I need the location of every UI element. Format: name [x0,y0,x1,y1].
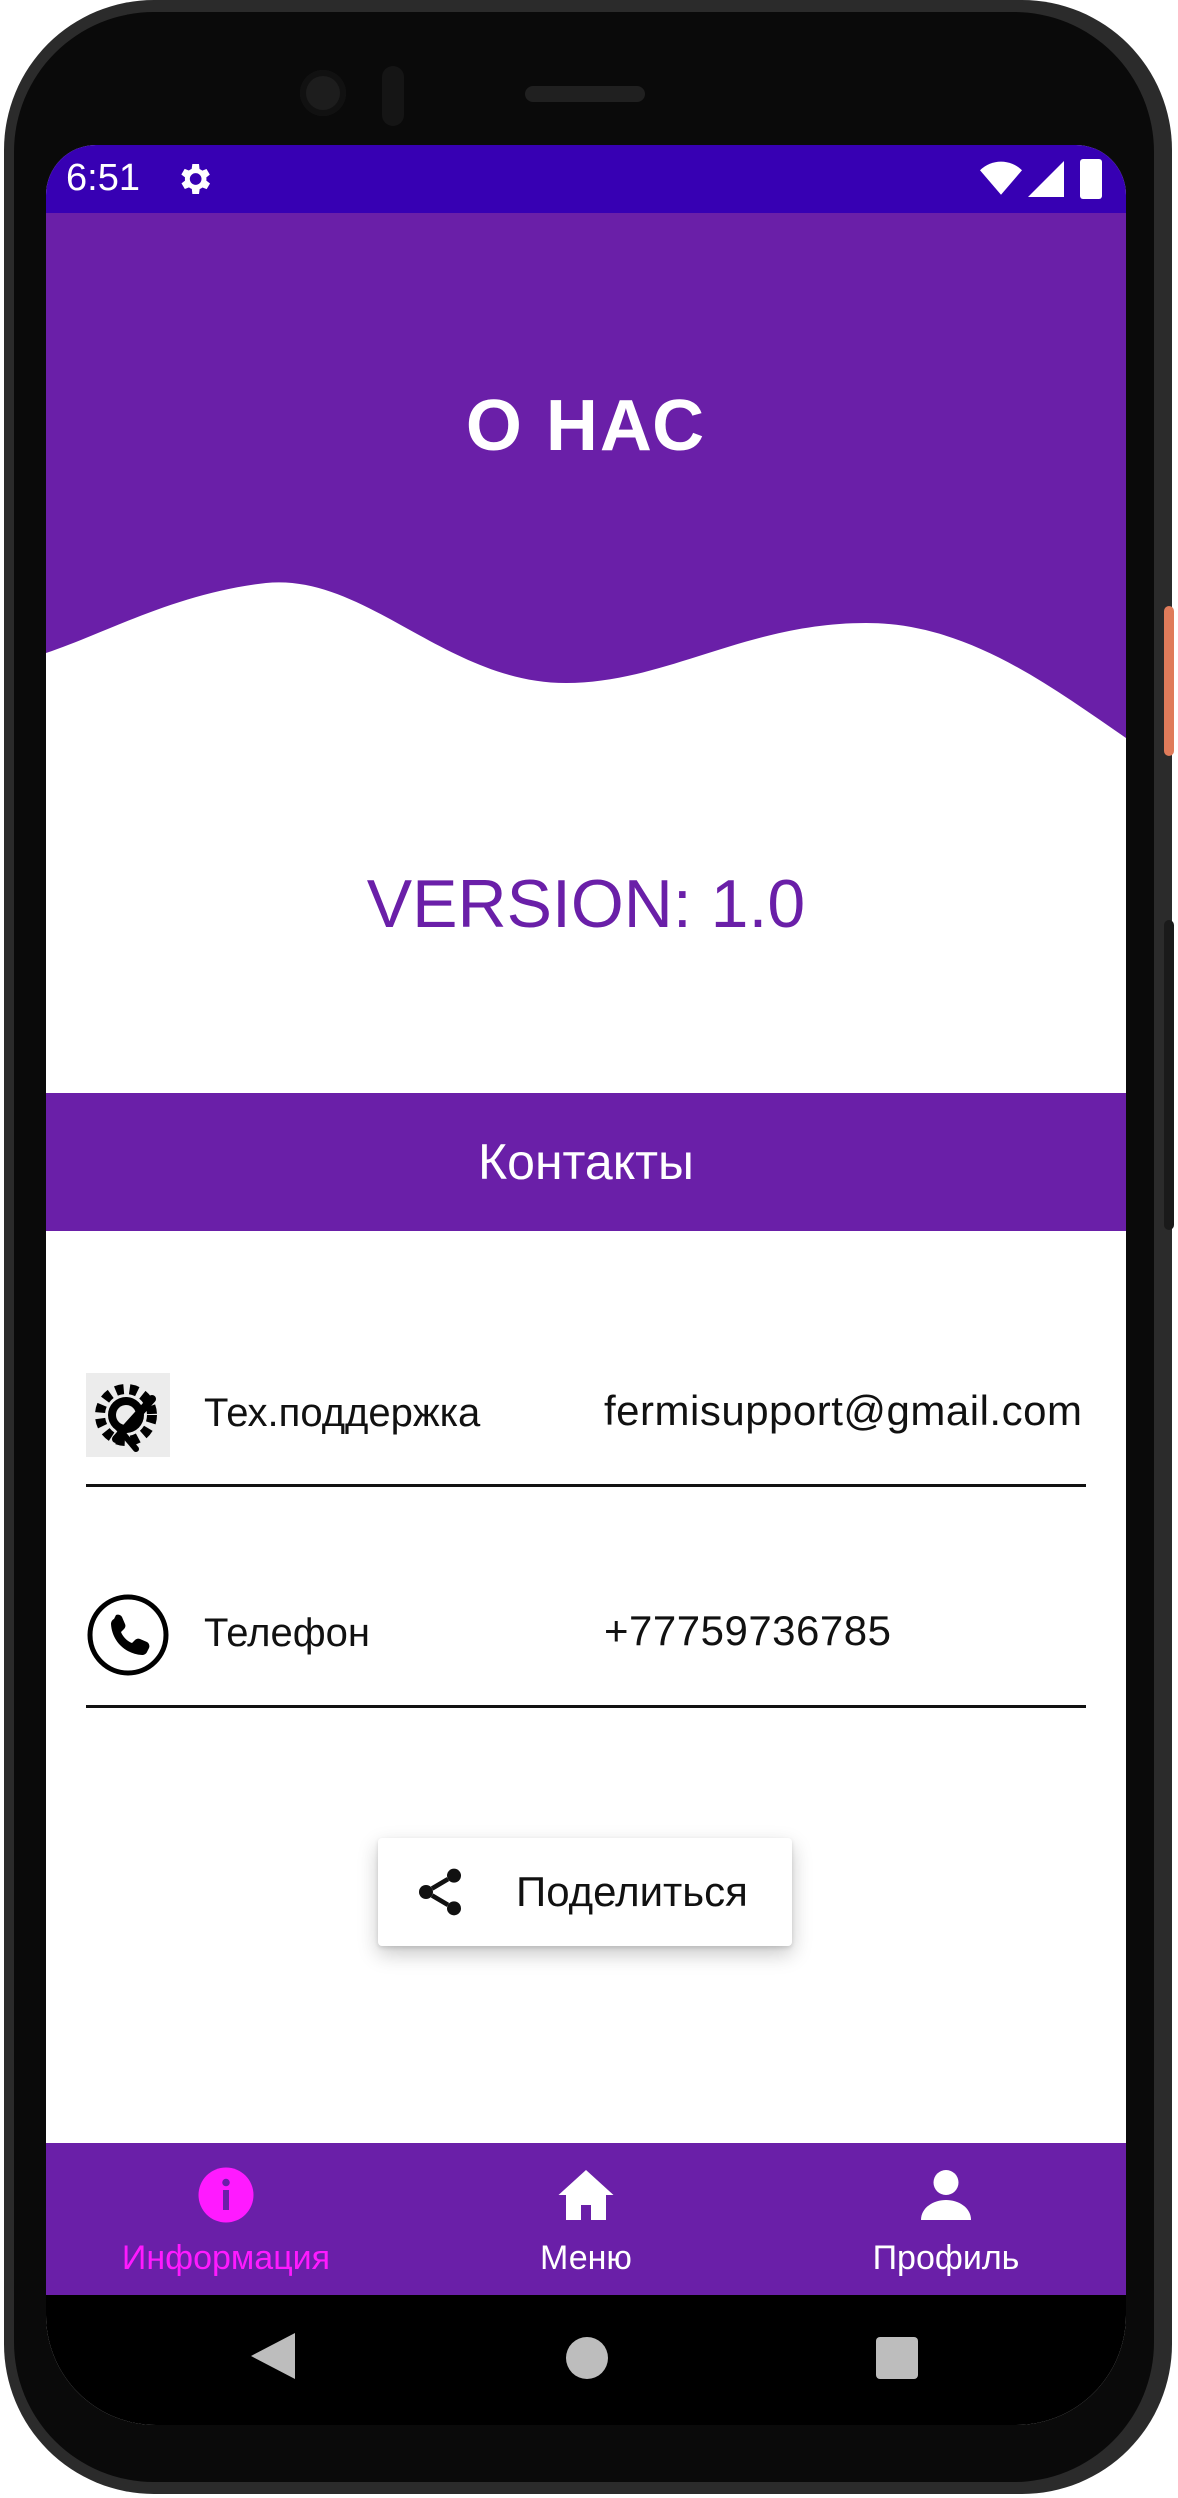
earpiece-speaker [525,86,645,102]
wifi-icon [980,161,1022,195]
share-button-label: Поделиться [516,1868,748,1915]
header-wave-background [46,213,1126,738]
power-button [1164,606,1174,756]
status-bar: 6:51 [46,145,1126,213]
battery-icon [1080,159,1102,199]
contacts-section-header: Контакты [46,1093,1126,1231]
app-screen: 6:51 О НАС VERSION: 1.0 Контакты Тех.под… [46,145,1126,2425]
signal-icon [1028,161,1064,197]
share-icon [419,1868,461,1916]
contact-label: Тех.поддержка [204,1391,481,1435]
volume-button [1164,920,1174,1230]
status-time: 6:51 [66,157,140,199]
contact-label: Телефон [204,1611,370,1655]
contact-row-phone[interactable]: Телефон +77759736785 [86,1583,1086,1683]
divider [86,1705,1086,1708]
version-label: VERSION: 1.0 [366,866,806,942]
page-title: О НАС [465,386,707,466]
settings-icon [181,164,210,194]
divider [86,1484,1086,1487]
back-icon[interactable] [251,2333,295,2379]
recents-icon[interactable] [876,2337,918,2379]
contact-row-support[interactable]: Тех.поддержка fermisupport@gmail.com [86,1363,1086,1463]
system-navigation-bar [46,2295,1126,2425]
person-icon [921,2170,971,2220]
phone-icon [87,1594,169,1676]
nav-label-profile: Профиль [872,2239,1020,2277]
nav-item-menu[interactable]: Меню [406,2143,766,2295]
proximity-sensor [382,66,404,126]
home-icon [558,2170,614,2220]
nav-item-info[interactable]: Информация [46,2143,406,2295]
front-camera [300,70,346,116]
info-icon [198,2167,254,2223]
nav-item-profile[interactable]: Профиль [766,2143,1126,2295]
contact-value-phone[interactable]: +77759736785 [604,1607,891,1655]
support-gear-wrench-icon [86,1373,170,1457]
nav-label-info: Информация [121,2239,331,2277]
nav-label-menu: Меню [540,2239,632,2277]
home-circle-icon[interactable] [566,2337,608,2379]
contact-value-email[interactable]: fermisupport@gmail.com [604,1387,1082,1435]
bottom-navigation: Информация Меню Профиль [46,2143,1126,2295]
share-button[interactable]: Поделиться [378,1838,792,1946]
